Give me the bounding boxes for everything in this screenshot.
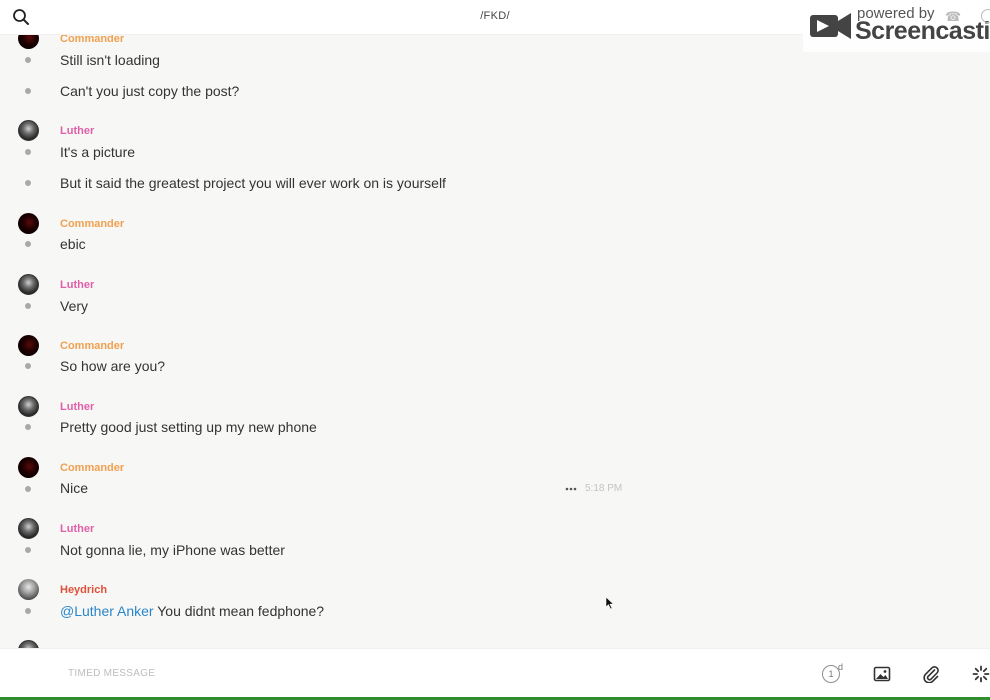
message-author[interactable]: Commander	[60, 340, 124, 352]
more-options-icon[interactable]	[565, 486, 577, 492]
message-bullet	[25, 424, 31, 430]
message-text: So how are you?	[60, 358, 166, 374]
avatar[interactable]	[18, 120, 39, 141]
avatar[interactable]	[18, 274, 39, 295]
message-text-rest: You didnt mean fedphone?	[153, 603, 325, 619]
message-text: Can't you just copy the post?	[60, 83, 240, 99]
message-timestamp: 5:18 PM	[585, 483, 623, 494]
message-bullet	[25, 608, 31, 614]
avatar[interactable]	[18, 396, 39, 417]
image-icon[interactable]	[873, 665, 891, 683]
message-bullet	[25, 149, 31, 155]
message-text: @Luther Anker You didnt mean fedphone?	[60, 603, 324, 619]
message-text: Pretty good just setting up my new phone	[60, 419, 317, 435]
message-author[interactable]: Luther	[60, 401, 94, 413]
spinner-icon[interactable]	[972, 665, 990, 683]
message-text: It's a picture	[60, 144, 136, 160]
info-icon[interactable]	[981, 9, 990, 23]
message-author[interactable]: Luther	[60, 279, 94, 291]
watermark-brand-text: Screencastify	[855, 17, 990, 45]
video-camera-icon	[810, 13, 851, 39]
message-bullet	[25, 57, 31, 63]
paperclip-icon[interactable]	[922, 665, 940, 683]
avatar[interactable]	[18, 579, 39, 600]
message-text: But it said the greatest project you wil…	[60, 175, 446, 191]
phone-icon[interactable]: ☎	[945, 9, 961, 25]
message-bullet	[25, 486, 31, 492]
message-list[interactable]: Commander Still isn't loading Can't you …	[0, 0, 990, 648]
message-author[interactable]: Luther	[60, 125, 94, 137]
message-bullet	[25, 547, 31, 553]
message-input[interactable]: TIMED MESSAGE	[68, 668, 155, 679]
message-bullet	[25, 88, 31, 94]
avatar[interactable]	[18, 335, 39, 356]
avatar[interactable]	[18, 213, 39, 234]
avatar[interactable]	[18, 457, 39, 478]
message-text: Nice	[60, 480, 89, 496]
message-author[interactable]: Luther	[60, 523, 94, 535]
message-text: Not gonna lie, my iPhone was better	[60, 542, 285, 558]
screencastify-watermark: powered by Screencastify ☎	[803, 0, 990, 52]
message-text: Still isn't loading	[60, 52, 160, 68]
avatar[interactable]	[18, 518, 39, 539]
message-author[interactable]: Commander	[60, 462, 124, 474]
timer-unit: d	[838, 662, 844, 672]
message-author[interactable]: Commander	[60, 218, 124, 230]
user-mention[interactable]: @Luther Anker	[60, 603, 154, 619]
message-author[interactable]: Heydrich	[60, 584, 107, 596]
message-composer[interactable]: TIMED MESSAGE 1 d	[0, 648, 990, 699]
message-bullet	[25, 241, 31, 247]
message-bullet	[25, 303, 31, 309]
message-text: ebic	[60, 236, 86, 252]
message-text: Very	[60, 298, 89, 314]
message-bullet	[25, 180, 31, 186]
mouse-cursor-icon	[605, 596, 615, 610]
avatar[interactable]	[18, 640, 39, 648]
message-bullet	[25, 363, 31, 369]
